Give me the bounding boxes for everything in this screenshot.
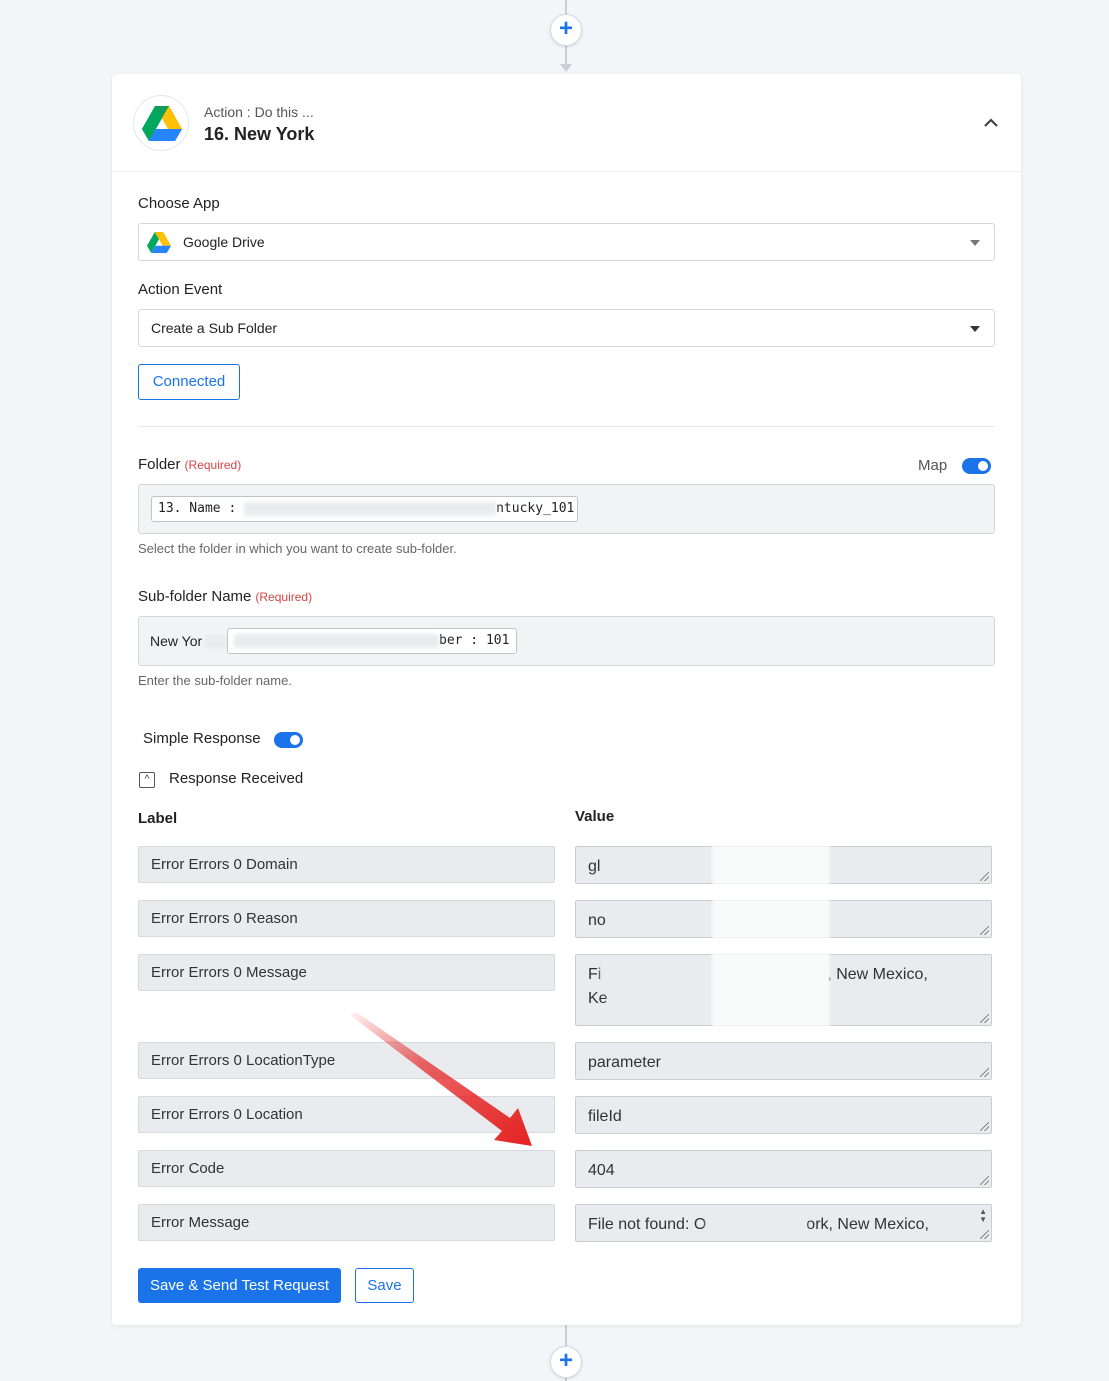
- subfolder-input[interactable]: New Yor ber : 101: [138, 616, 995, 666]
- subfolder-label-text: Sub-folder Name: [138, 588, 252, 605]
- save-button[interactable]: Save: [355, 1268, 414, 1303]
- subfolder-label: Sub-folder Name (Required): [138, 588, 312, 605]
- resize-grip-icon[interactable]: [980, 1176, 989, 1185]
- resize-grip-icon[interactable]: [980, 1068, 989, 1077]
- action-step-card: Action : Do this ... 16. New York Choose…: [112, 74, 1021, 1325]
- response-value-text: , New Mexico,: [827, 966, 928, 983]
- response-label-field: Error Errors 0 Message: [138, 954, 555, 991]
- add-step-button-bottom[interactable]: +: [550, 1346, 582, 1378]
- google-drive-icon: [147, 232, 171, 253]
- folder-label: Folder (Required): [138, 456, 241, 473]
- response-label-field: Error Message: [138, 1204, 555, 1241]
- redacted-text: [205, 635, 227, 649]
- folder-help-text: Select the folder in which you want to c…: [138, 541, 457, 556]
- map-toggle[interactable]: [962, 458, 991, 474]
- redacted-text: [607, 990, 698, 1007]
- response-label-field: Error Errors 0 Domain: [138, 846, 555, 883]
- chevron-up-icon[interactable]: ^: [139, 772, 155, 788]
- simple-response-toggle[interactable]: [274, 732, 303, 748]
- step-header[interactable]: Action : Do this ... 16. New York: [112, 74, 1021, 172]
- resize-grip-icon[interactable]: [980, 1014, 989, 1023]
- choose-app-select[interactable]: Google Drive: [138, 223, 995, 261]
- chevron-up-icon[interactable]: [982, 114, 1000, 132]
- response-label-field: Error Code: [138, 1150, 555, 1187]
- chevron-down-icon: [970, 240, 980, 246]
- choose-app-label: Choose App: [138, 195, 220, 212]
- action-event-label: Action Event: [138, 281, 223, 298]
- app-logo: [133, 95, 189, 151]
- resize-grip-icon[interactable]: [980, 872, 989, 881]
- folder-input[interactable]: 13. Name : ntucky_101: [138, 484, 995, 534]
- scroll-arrows-icon[interactable]: ▲ ▼: [979, 1208, 987, 1224]
- subfolder-required-badge: (Required): [255, 590, 313, 604]
- response-value-text: parameter: [588, 1054, 661, 1071]
- chip-suffix: ntucky_101: [496, 501, 575, 516]
- resize-grip-icon[interactable]: [980, 1230, 989, 1239]
- response-received-title[interactable]: Response Received: [169, 770, 303, 787]
- action-event-value: Create a Sub Folder: [151, 320, 278, 336]
- subfolder-mapped-chip[interactable]: ber : 101: [227, 628, 517, 654]
- action-event-select[interactable]: Create a Sub Folder: [138, 309, 995, 347]
- response-value-field[interactable]: File not found: O ork, New Mexico, ▲ ▼: [575, 1204, 992, 1242]
- response-label-field: Error Errors 0 LocationType: [138, 1042, 555, 1079]
- response-value-text: gl: [588, 858, 601, 875]
- section-divider: [138, 426, 995, 427]
- response-value-field[interactable]: 404: [575, 1150, 992, 1188]
- chip-prefix: 13. Name :: [158, 501, 237, 516]
- simple-response-label: Simple Response: [143, 730, 261, 747]
- flow-arrow-icon: [560, 64, 572, 72]
- resize-grip-icon[interactable]: [980, 1122, 989, 1131]
- add-step-button-top[interactable]: +: [550, 14, 582, 46]
- folder-required-badge: (Required): [184, 458, 242, 472]
- redacted-text: [244, 501, 497, 516]
- response-value-text: fileId: [588, 1108, 622, 1125]
- folder-label-text: Folder: [138, 456, 181, 473]
- value-column-header: Value: [575, 808, 615, 825]
- response-value-text: Ke: [588, 990, 608, 1007]
- subfolder-help-text: Enter the sub-folder name.: [138, 673, 292, 688]
- connected-button[interactable]: Connected: [138, 364, 240, 400]
- chip-suffix: ber : 101: [439, 633, 510, 648]
- response-label-field: Error Errors 0 Location: [138, 1096, 555, 1133]
- folder-mapped-chip[interactable]: 13. Name : ntucky_101: [151, 496, 578, 522]
- response-value-text: Fi: [588, 966, 602, 983]
- response-value-text: no: [588, 912, 606, 929]
- save-and-send-test-button[interactable]: Save & Send Test Request: [138, 1268, 341, 1303]
- response-value-text: File not found: O: [588, 1216, 707, 1233]
- subfolder-prefix-text: New Yor: [150, 633, 203, 649]
- redacted-text: [234, 633, 439, 648]
- map-label: Map: [918, 457, 948, 474]
- chevron-down-icon: [970, 326, 980, 332]
- label-column-header: Label: [138, 810, 178, 827]
- step-title: 16. New York: [204, 124, 315, 144]
- redacted-text: [706, 1216, 807, 1233]
- response-label-field: Error Errors 0 Reason: [138, 900, 555, 937]
- step-subtitle: Action : Do this ...: [204, 104, 314, 120]
- response-value-text: ork, New Mexico,: [806, 1216, 929, 1233]
- redaction-overlay: [712, 844, 830, 1068]
- response-value-field[interactable]: fileId: [575, 1096, 992, 1134]
- response-value-text: 404: [588, 1162, 615, 1179]
- choose-app-value: Google Drive: [183, 234, 265, 250]
- resize-grip-icon[interactable]: [980, 926, 989, 935]
- response-value-field[interactable]: parameter: [575, 1042, 992, 1080]
- google-drive-icon: [142, 106, 182, 141]
